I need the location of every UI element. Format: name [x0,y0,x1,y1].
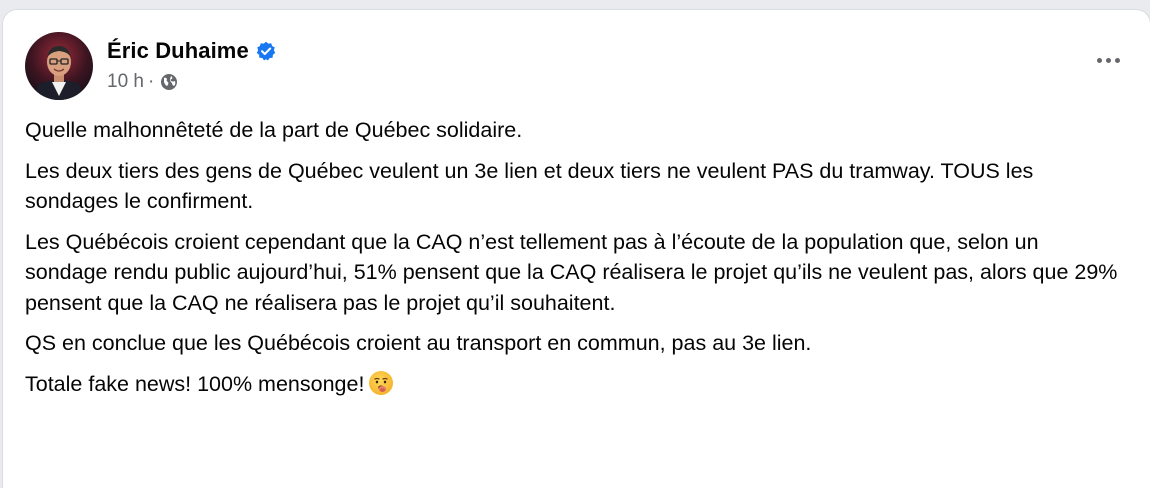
more-dot [1096,57,1102,63]
verified-badge-icon [256,41,276,61]
post-subline: 10 h · [107,71,276,93]
author-name[interactable]: Éric Duhaime [107,38,249,64]
post-paragraph: Quelle malhonnêteté de la part de Québec… [25,118,523,142]
post-paragraph: Totale fake news! 100% mensonge! [25,371,365,396]
post-paragraph-last: Totale fake news! 100% mensonge! [25,369,1125,400]
more-dot [1114,57,1120,63]
post-timestamp[interactable]: 10 h [107,71,144,93]
post-card: Éric Duhaime 10 h · Quelle malhonnêteté … [3,10,1150,488]
post-paragraph: Les Québécois croient cependant que la C… [25,229,1118,315]
post-paragraph: QS en conclue que les Québécois croient … [25,331,812,355]
author-avatar[interactable] [25,32,93,100]
post-body: Quelle malhonnêteté de la part de Québec… [25,115,1125,409]
post-meta: Éric Duhaime 10 h · [107,32,276,93]
lying-face-emoji [367,369,395,397]
separator: · [147,71,155,92]
more-dot [1105,57,1111,63]
avatar-image [25,32,93,100]
post-header: Éric Duhaime 10 h · [25,32,276,100]
post-paragraph: Les deux tiers des gens de Québec veulen… [25,158,1034,214]
more-options-icon[interactable] [1088,48,1128,72]
author-row: Éric Duhaime [107,37,276,65]
globe-icon[interactable] [160,73,178,91]
